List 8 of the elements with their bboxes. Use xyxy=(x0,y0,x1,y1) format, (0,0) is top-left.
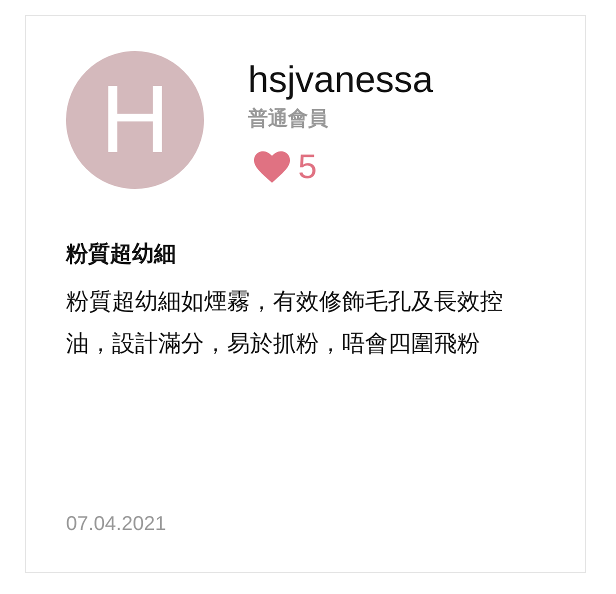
review-text: 粉質超幼細如煙霧，有效修飾毛孔及長效控油，設計滿分，易於抓粉，唔會四圍飛粉 xyxy=(66,288,504,359)
avatar: H xyxy=(66,51,204,189)
username: hsjvanessa xyxy=(248,58,434,102)
heart-icon[interactable] xyxy=(254,151,290,183)
member-level: 普通會員 xyxy=(248,105,329,132)
review-date: 07.04.2021 xyxy=(66,513,168,536)
review-title: 粉質超幼細 xyxy=(66,241,177,269)
like-count: 5 xyxy=(298,148,317,186)
